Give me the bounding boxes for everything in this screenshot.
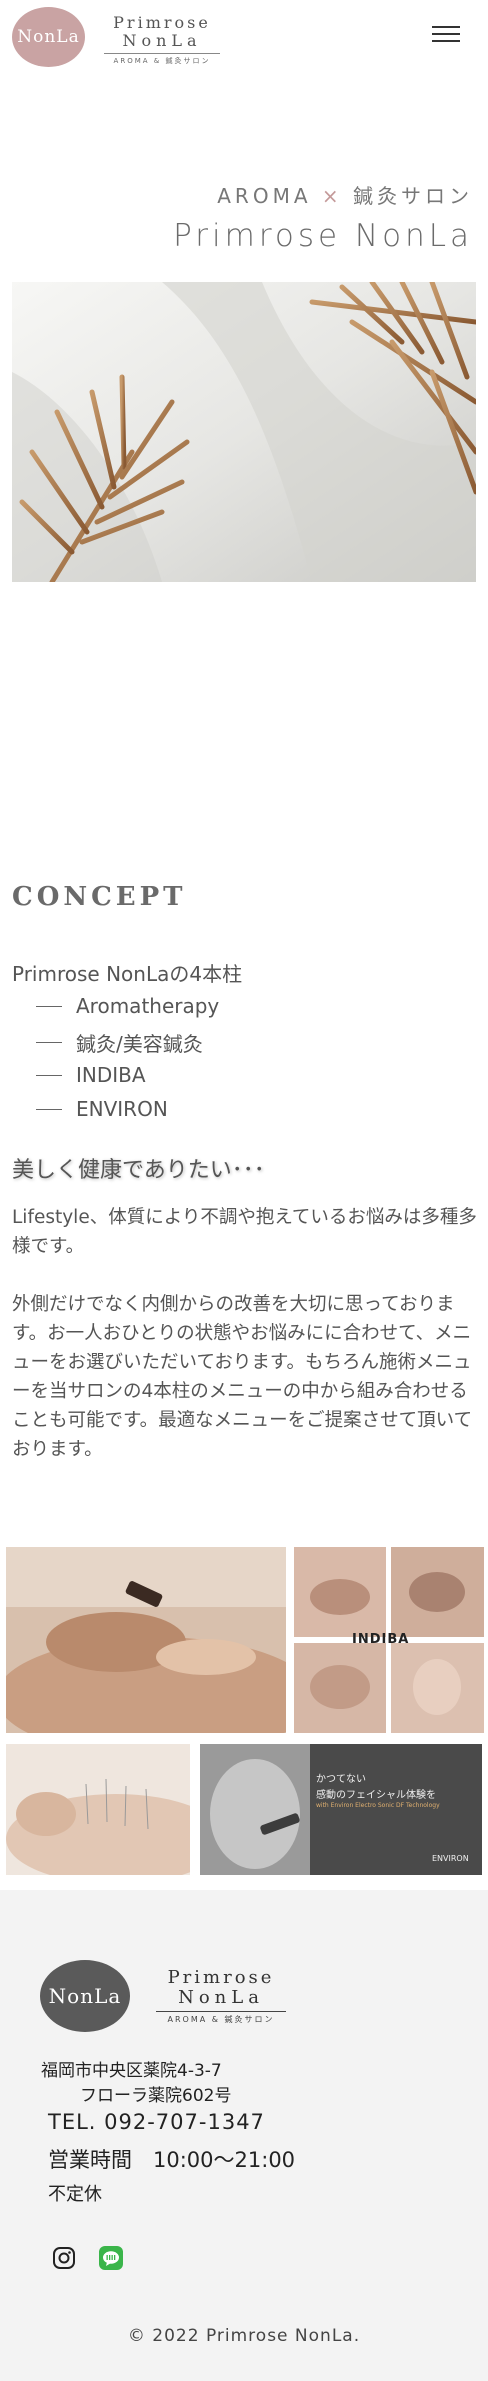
pillar-item: INDIBA (36, 1063, 146, 1087)
photo-acupuncture (6, 1744, 190, 1875)
footer-logo-wordmark[interactable]: Primrose NonLa AROMA & 鍼灸サロン (156, 1968, 286, 2025)
site-footer: NonLa Primrose NonLa AROMA & 鍼灸サロン 福岡市中央… (0, 1890, 488, 2381)
footer-address-line1: 福岡市中央区薬院4-3-7 (41, 2061, 222, 2081)
footer-logo-badge-text: NonLa (48, 1984, 122, 2008)
concept-paragraph: 外側だけでなく内側からの改善を大切に思っております。お一人おひとりの状態やお悩み… (12, 1294, 473, 1460)
footer-tel[interactable]: TEL. 092-707-1347 (48, 2110, 265, 2134)
footer-logo-badge[interactable]: NonLa (40, 1960, 130, 2032)
dash-icon (36, 1074, 62, 1076)
photo-environ: かつてない 感動のフェイシャル体験を with Environ Electro … (200, 1744, 482, 1875)
dash-icon (36, 1042, 62, 1043)
pillar-item: Aromatherapy (36, 994, 219, 1018)
logo-line-primrose: Primrose (113, 13, 211, 32)
footer-logo-line-primrose: Primrose (167, 1967, 275, 1988)
hamburger-bar (432, 33, 460, 35)
pillar-label: ENVIRON (76, 1097, 168, 1121)
hero-subtitle-salon: 鍼灸サロン (353, 184, 473, 208)
pillar-label: INDIBA (76, 1063, 146, 1087)
dash-icon (36, 1108, 62, 1110)
hero-subtitle: AROMA × 鍼灸サロン (217, 180, 473, 209)
footer-closed-days: 不定休 (48, 2184, 102, 2205)
concept-paragraph: Lifestyle、体質により不調や抱えているお悩みは多種多様です。 (12, 1207, 477, 1257)
logo-tagline: AROMA & 鍼灸サロン (104, 53, 220, 66)
pillars-title: Primrose NonLaの4本柱 (12, 962, 243, 986)
line-icon[interactable] (98, 2245, 124, 2271)
pillar-label: 鍼灸/美容鍼灸 (76, 1032, 203, 1056)
logo-line-nonla: NonLa (122, 31, 202, 50)
hamburger-bar (432, 26, 460, 28)
concept-heading: CONCEPT (12, 882, 187, 912)
environ-caption-1: かつてない (316, 1774, 366, 1785)
site-header: NonLa Primrose NonLa AROMA & 鍼灸サロン (0, 0, 488, 74)
hero-title: Primrose NonLa (173, 218, 473, 254)
hamburger-bar (432, 40, 460, 42)
menu-toggle-button[interactable] (432, 26, 460, 46)
dash-icon (36, 1005, 62, 1007)
pillar-label: Aromatherapy (76, 994, 220, 1018)
footer-logo-line-nonla: NonLa (178, 1987, 264, 2008)
hero-subtitle-aroma: AROMA (217, 184, 312, 208)
footer-address-line2: フローラ薬院602号 (80, 2086, 232, 2106)
pillar-item: ENVIRON (36, 1097, 168, 1121)
hero-subtitle-cross: × (321, 184, 343, 208)
photo-aromatherapy (6, 1547, 286, 1733)
footer-logo-tagline: AROMA & 鍼灸サロン (156, 2011, 286, 2025)
pillar-item: 鍼灸/美容鍼灸 (36, 1028, 203, 1057)
logo-wordmark[interactable]: Primrose NonLa AROMA & 鍼灸サロン (104, 14, 220, 66)
copyright: © 2022 Primrose NonLa. (127, 2326, 361, 2346)
footer-hours: 営業時間 10:00～21:00 (48, 2148, 296, 2172)
indiba-label: INDIBA (352, 1632, 410, 1647)
concept-lead: 美しく健康でありたい･･･ (12, 1158, 265, 1183)
environ-caption-3: with Environ Electro Sonic DF Technology (316, 1802, 440, 1809)
environ-brand: ENVIRON (432, 1854, 469, 1863)
hero-image-palm-leaves (12, 282, 476, 582)
instagram-icon[interactable] (51, 2245, 77, 2271)
logo-badge-text: NonLa (17, 27, 80, 47)
logo-badge[interactable]: NonLa (12, 7, 85, 67)
environ-caption-2: 感動のフェイシャル体験を (316, 1790, 436, 1801)
